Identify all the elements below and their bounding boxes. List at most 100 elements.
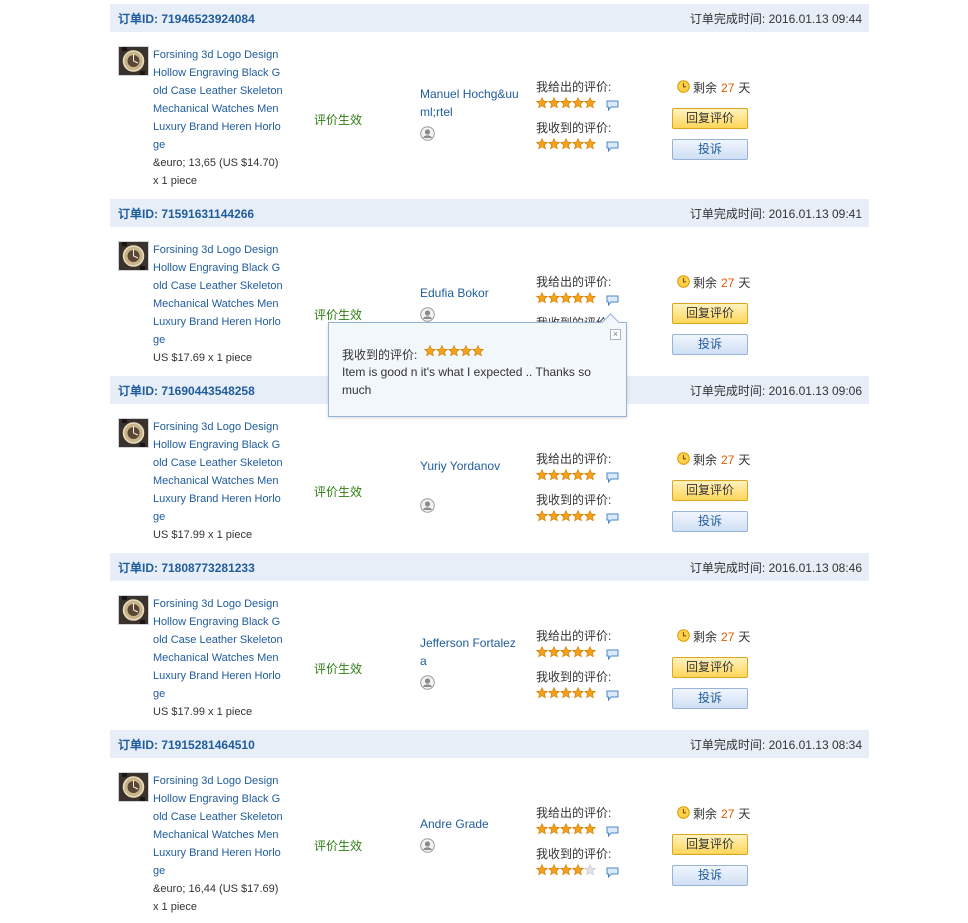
remaining-days: 剩余 27 天 — [677, 805, 750, 822]
remaining-days: 剩余 27 天 — [677, 274, 750, 291]
reply-feedback-button[interactable]: 回复评价 — [672, 834, 748, 855]
product-quantity: x 1 piece — [153, 901, 198, 913]
product-thumbnail[interactable] — [118, 46, 149, 76]
order-card: 订单ID: 71946523924084 订单完成时间: 2016.01.13 0… — [110, 4, 869, 187]
remaining-unit: 天 — [738, 81, 751, 95]
order-id[interactable]: 订单ID: 71591631144266 — [118, 205, 254, 222]
order-id[interactable]: 订单ID: 71808773281233 — [118, 559, 255, 576]
remaining-unit: 天 — [738, 630, 751, 644]
remaining-days-count: 27 — [721, 629, 735, 644]
received-feedback-label: 我收到的评价: — [536, 121, 612, 135]
clock-icon — [677, 451, 693, 468]
comment-icon[interactable] — [606, 824, 619, 838]
order-id[interactable]: 订单ID: 71946523924084 — [118, 10, 255, 27]
remaining-days-count: 27 — [721, 452, 735, 467]
product-price: &euro; 16,44 (US $17.69) — [153, 883, 279, 895]
product-title-link[interactable]: Forsining 3d Logo Design Hollow Engravin… — [153, 772, 285, 880]
close-icon[interactable]: × — [610, 329, 621, 340]
comment-icon[interactable] — [606, 647, 619, 661]
product-title-link[interactable]: Forsining 3d Logo Design Hollow Engravin… — [153, 241, 285, 349]
order-list: 订单ID: 71946523924084 订单完成时间: 2016.01.13 0… — [0, 0, 968, 923]
feedback-status: 评价生效 — [314, 308, 363, 322]
received-stars — [536, 687, 596, 699]
feedback-status: 评价生效 — [314, 662, 363, 676]
remaining-days: 剩余 27 天 — [677, 451, 750, 468]
given-stars — [536, 469, 596, 481]
buyer-name-link[interactable]: Manuel Hochg&uuml;rtel — [420, 85, 520, 121]
order-card: 订单ID: 71808773281233 订单完成时间: 2016.01.13 0… — [110, 553, 869, 733]
reply-feedback-button[interactable]: 回复评价 — [672, 108, 748, 129]
order-header: 订单ID: 71808773281233 订单完成时间: 2016.01.13 0… — [110, 553, 869, 581]
order-completed-time: 订单完成时间: 2016.01.13 08:34 — [689, 737, 862, 752]
remaining-unit: 天 — [738, 276, 751, 290]
reply-feedback-button[interactable]: 回复评价 — [672, 303, 748, 324]
remaining-unit: 天 — [738, 453, 751, 467]
product-thumbnail[interactable] — [118, 772, 149, 802]
order-id[interactable]: 订单ID: 71690443548258 — [118, 382, 255, 399]
order-completed-time: 订单完成时间: 2016.01.13 09:06 — [689, 383, 862, 398]
clock-icon — [677, 79, 693, 96]
comment-icon[interactable] — [606, 470, 619, 484]
comment-icon[interactable] — [606, 511, 619, 525]
product-quantity: x 1 piece — [153, 175, 198, 187]
reply-feedback-button[interactable]: 回复评价 — [672, 657, 748, 678]
feedback-status: 评价生效 — [314, 485, 363, 499]
buyer-name-link[interactable]: Yuriy Yordanov — [420, 457, 520, 475]
user-icon[interactable] — [420, 675, 435, 690]
product-price: US $17.99 x 1 piece — [153, 706, 253, 718]
received-stars — [536, 864, 596, 876]
order-completed-time: 订单完成时间: 2016.01.13 08:46 — [689, 560, 862, 575]
remaining-days-count: 27 — [721, 806, 735, 821]
order-id[interactable]: 订单ID: 71915281464510 — [118, 736, 255, 753]
reply-feedback-button[interactable]: 回复评价 — [672, 480, 748, 501]
user-icon[interactable] — [420, 838, 435, 853]
given-stars — [536, 292, 596, 304]
user-icon[interactable] — [420, 307, 435, 322]
clock-icon — [677, 805, 693, 822]
product-thumbnail[interactable] — [118, 241, 149, 271]
product-price: &euro; 13,65 (US $14.70) — [153, 157, 279, 169]
complain-button[interactable]: 投诉 — [672, 511, 748, 532]
buyer-name-link[interactable]: Edufia Bokor — [420, 284, 520, 302]
product-title-link[interactable]: Forsining 3d Logo Design Hollow Engravin… — [153, 46, 285, 154]
complain-button[interactable]: 投诉 — [672, 139, 748, 160]
user-icon[interactable] — [420, 126, 435, 141]
popup-label: 我收到的评价: — [342, 348, 418, 362]
received-stars — [536, 510, 596, 522]
comment-icon[interactable] — [606, 865, 619, 879]
product-title-link[interactable]: Forsining 3d Logo Design Hollow Engravin… — [153, 418, 285, 526]
remaining-prefix: 剩余 — [693, 81, 718, 95]
remaining-days: 剩余 27 天 — [677, 628, 750, 645]
given-stars — [536, 97, 596, 109]
remaining-days: 剩余 27 天 — [677, 79, 750, 96]
comment-icon[interactable] — [606, 139, 619, 153]
clock-icon — [677, 628, 693, 645]
received-feedback-label: 我收到的评价: — [536, 847, 612, 861]
remaining-prefix: 剩余 — [693, 807, 718, 821]
order-header: 订单ID: 71591631144266 订单完成时间: 2016.01.13 0… — [110, 199, 869, 227]
product-price: US $17.69 x 1 piece — [153, 352, 253, 364]
buyer-name-link[interactable]: Andre Grade — [420, 815, 520, 833]
feedback-popup: × 我收到的评价: Item is good n it's what I exp… — [328, 313, 627, 417]
remaining-prefix: 剩余 — [693, 453, 718, 467]
buyer-name-link[interactable]: Jefferson Fortaleza — [420, 634, 520, 670]
product-thumbnail[interactable] — [118, 595, 149, 625]
product-title-link[interactable]: Forsining 3d Logo Design Hollow Engravin… — [153, 595, 285, 703]
complain-button[interactable]: 投诉 — [672, 334, 748, 355]
comment-icon[interactable] — [606, 98, 619, 112]
complain-button[interactable]: 投诉 — [672, 865, 748, 886]
received-feedback-label: 我收到的评价: — [536, 493, 612, 507]
remaining-prefix: 剩余 — [693, 630, 718, 644]
given-feedback-label: 我给出的评价: — [536, 452, 612, 466]
comment-icon[interactable] — [606, 293, 619, 307]
complain-button[interactable]: 投诉 — [672, 688, 748, 709]
given-stars — [536, 646, 596, 658]
given-stars — [536, 823, 596, 835]
user-icon[interactable] — [420, 498, 435, 513]
popup-stars — [424, 345, 484, 357]
remaining-days-count: 27 — [721, 275, 735, 290]
given-feedback-label: 我给出的评价: — [536, 80, 612, 94]
product-thumbnail[interactable] — [118, 418, 149, 448]
popup-feedback-text: Item is good n it's what I expected .. T… — [342, 365, 591, 397]
comment-icon[interactable] — [606, 688, 619, 702]
